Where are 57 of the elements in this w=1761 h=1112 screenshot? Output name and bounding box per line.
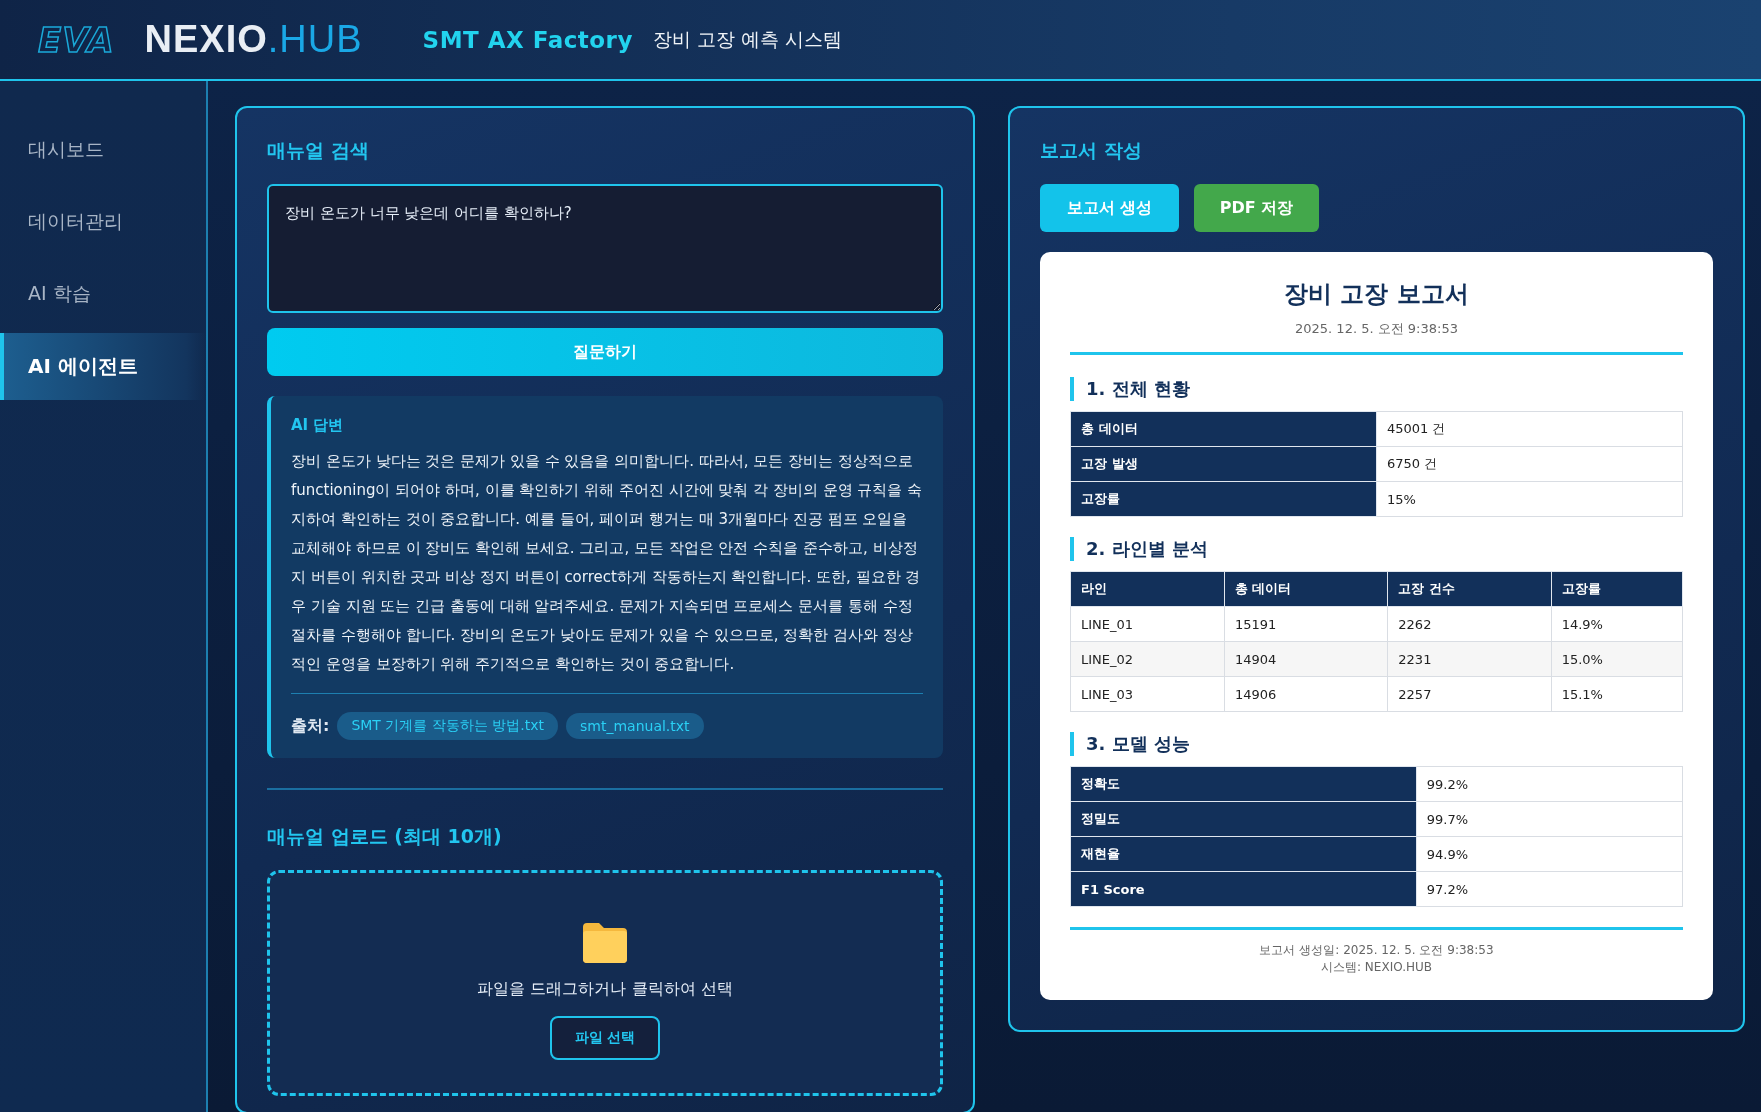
- app-subtitle: 장비 고장 예측 시스템: [652, 26, 843, 52]
- column-header: 총 데이터: [1224, 571, 1388, 607]
- table-cell: 14906: [1224, 676, 1388, 712]
- row-header: 총 데이터: [1070, 411, 1377, 447]
- column-header: 고장 건수: [1387, 571, 1552, 607]
- app-name: SMT AX Factory: [422, 26, 633, 53]
- row-header: 정확도: [1070, 766, 1417, 802]
- source-chip[interactable]: smt_manual.txt: [566, 713, 704, 739]
- table-cell: 6750 건: [1376, 446, 1683, 482]
- report-title: 장비 고장 보고서: [1283, 279, 1470, 310]
- folder-icon: [581, 921, 629, 963]
- row-header: 정밀도: [1070, 801, 1417, 837]
- report-date: 2025. 12. 5. 오전 9:38:53: [1294, 320, 1459, 338]
- sidebar-item[interactable]: AI 학습: [0, 261, 206, 327]
- table-cell: 14.9%: [1551, 606, 1683, 642]
- table-cell: 15191: [1224, 606, 1388, 642]
- table-cell: 15%: [1376, 481, 1683, 517]
- table-cell: LINE_02: [1070, 641, 1225, 677]
- answer-title: AI 답변: [291, 416, 345, 435]
- drop-hint: 파일을 드래그하거나 클릭하여 선택: [477, 979, 733, 1000]
- answer-text: 장비 온도가 낮다는 것은 문제가 있을 수 있음을 의미합니다. 따라서, 모든 장비는 정상적으로 functioning이 되어야 하며, 이를 확인하기 위해 주어진 시간에 맞춰 각 장비의 운영 규칙을 숙지하여 확인하는 것이 중요합니다. 예를 들어, 페이퍼 행거는 매 3개월마다 진공 펌프 오일을 교체해야 하므로 이 장비도 확인해 보세요. 그리고, 모든 작업은 안전 수칙을 준수하고, 비상정지 버튼이 위치한 곳과 비상 정지 버튼이 correct하게 작동하는지 확인합니다. 또한, 필요한 경우 기술 지원 또는 긴급 출동에 대해 알려주세요. 문제가 지속되면 프로세스 문서를 통해 수정 절차를 수행해야 합니다. 장비의 온도가 낮아도 문제가 있을 수 있으므로, 정확한 검사와 정상적인 운영을 보장하기 위해 주기적으로 확인하는 것이 중요합니다.: [291, 447, 923, 694]
- file-select-button[interactable]: 파일 선택: [550, 1016, 660, 1060]
- section-title: 3. 모델 성능: [1070, 732, 1683, 756]
- panel-title: 매뉴얼 검색: [267, 138, 370, 163]
- table-cell: 45001 건: [1376, 411, 1683, 447]
- table-cell: 94.9%: [1416, 836, 1683, 872]
- brand-logo: NEXIO.HUB: [144, 18, 363, 61]
- drop-zone[interactable]: 파일을 드래그하거나 클릭하여 선택 파일 선택: [267, 870, 943, 1096]
- row-header: 고장 발생: [1070, 446, 1377, 482]
- table-cell: 15.0%: [1551, 641, 1683, 677]
- section-title: 2. 라인별 분석: [1070, 537, 1683, 561]
- table-cell: 99.2%: [1416, 766, 1683, 802]
- report-footer-text: 보고서 생성일: 2025. 12. 5. 오전 9:38:53: [1258, 942, 1495, 959]
- sources-label: 출처:: [291, 715, 330, 737]
- table-cell: LINE_01: [1070, 606, 1225, 642]
- row-header: F1 Score: [1070, 871, 1417, 907]
- question-field[interactable]: 장비 온도가 너무 낮은데 어디를 확인하나?: [267, 184, 943, 313]
- sidebar-item[interactable]: 대시보드: [0, 117, 206, 183]
- table-cell: 14904: [1224, 641, 1388, 677]
- table-cell: 2231: [1387, 641, 1552, 677]
- row-header: 재현율: [1070, 836, 1417, 872]
- report-footer-text: 시스템: NEXIO.HUB: [1320, 959, 1433, 976]
- table-cell: 2257: [1387, 676, 1552, 712]
- row-header: 고장률: [1070, 481, 1377, 517]
- column-header: 고장률: [1551, 571, 1683, 607]
- table-cell: 15.1%: [1551, 676, 1683, 712]
- source-chip[interactable]: SMT 기계를 작동하는 방법.txt: [337, 712, 558, 740]
- sidebar-item[interactable]: 데이터관리: [0, 189, 206, 255]
- table-cell: 99.7%: [1416, 801, 1683, 837]
- logo-mark: EVA: [38, 19, 115, 60]
- section-title: 1. 전체 현황: [1070, 377, 1683, 401]
- table-cell: 2262: [1387, 606, 1552, 642]
- table-cell: LINE_03: [1070, 676, 1225, 712]
- table-cell: 97.2%: [1416, 871, 1683, 907]
- column-header: 라인: [1070, 571, 1225, 607]
- upload-title: 매뉴얼 업로드 (최대 10개): [267, 824, 503, 849]
- panel-title: 보고서 작성: [1040, 138, 1143, 163]
